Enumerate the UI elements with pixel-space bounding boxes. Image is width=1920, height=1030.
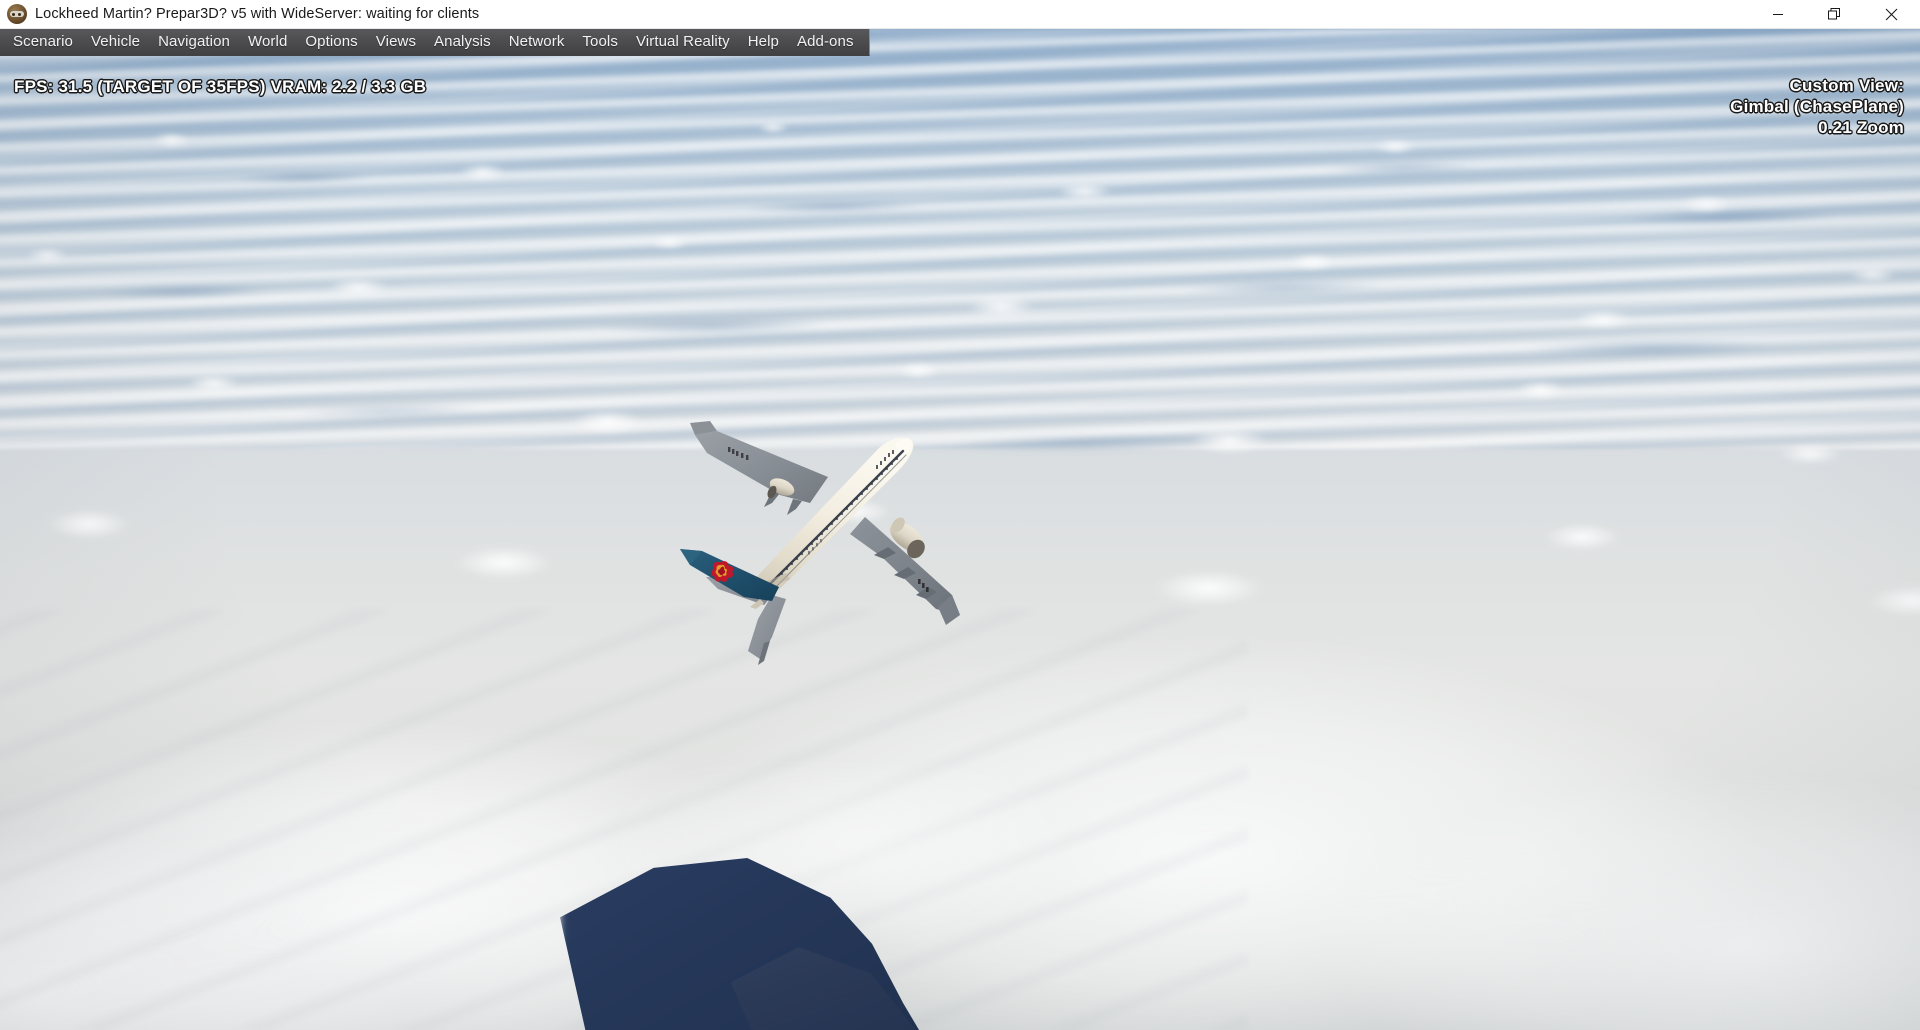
menu-item-tools[interactable]: Tools — [573, 30, 627, 54]
title-bar[interactable]: Lockheed Martin? Prepar3D? v5 with WideS… — [0, 0, 1920, 29]
menu-item-navigation[interactable]: Navigation — [149, 30, 239, 54]
aircraft-left-wing — [690, 421, 828, 515]
deep-cloud-gap — [560, 726, 1080, 1030]
window-controls — [1749, 0, 1920, 29]
menu-item-add-ons[interactable]: Add-ons — [788, 30, 863, 54]
minimize-button[interactable] — [1749, 0, 1806, 29]
close-button[interactable] — [1863, 0, 1920, 29]
menu-item-virtual-reality[interactable]: Virtual Reality — [627, 30, 739, 54]
menu-item-analysis[interactable]: Analysis — [425, 30, 500, 54]
menu-item-network[interactable]: Network — [500, 30, 574, 54]
minimize-icon — [1772, 14, 1783, 15]
restore-icon — [1828, 7, 1840, 19]
menu-item-options[interactable]: Options — [296, 30, 366, 54]
menu-item-help[interactable]: Help — [739, 30, 788, 54]
window-title: Lockheed Martin? Prepar3D? v5 with WideS… — [35, 6, 480, 22]
close-icon — [1885, 8, 1898, 20]
simulation-viewport[interactable]: FPS: 31.5 (TARGET OF 35FPS) VRAM: 2.2 / … — [0, 29, 1920, 1030]
menu-bar: Scenario Vehicle Navigation World Options Vie… — [0, 29, 870, 56]
prepar3d-app-icon — [7, 4, 27, 24]
menu-item-world[interactable]: World — [239, 30, 296, 54]
prepar3d-window: FPS: 31.5 (TARGET OF 35FPS) VRAM: 2.2 / … — [0, 0, 1920, 1030]
aircraft-model — [660, 421, 1080, 679]
menu-item-vehicle[interactable]: Vehicle — [82, 30, 149, 54]
menu-item-scenario[interactable]: Scenario — [4, 30, 82, 54]
menu-item-views[interactable]: Views — [367, 30, 425, 54]
maximize-button[interactable] — [1806, 0, 1863, 29]
